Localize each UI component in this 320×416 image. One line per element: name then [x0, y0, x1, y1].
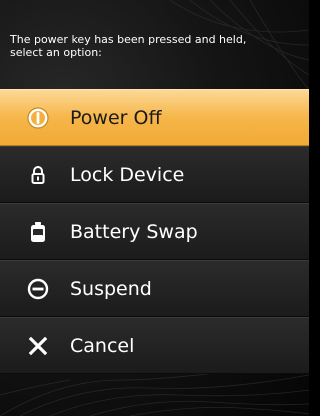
power-options-menu: Power Off Lock Device Battery Swap Suspe…	[0, 89, 309, 374]
battery-icon	[26, 220, 50, 244]
menu-item-cancel[interactable]: Cancel	[0, 317, 309, 374]
power-icon	[26, 106, 50, 130]
menu-item-label: Suspend	[70, 277, 152, 300]
suspend-icon	[26, 277, 50, 301]
menu-item-label: Cancel	[70, 334, 135, 357]
menu-item-suspend[interactable]: Suspend	[0, 260, 309, 317]
menu-item-label: Power Off	[70, 106, 162, 129]
close-icon	[26, 334, 50, 358]
menu-item-lock-device[interactable]: Lock Device	[0, 146, 309, 203]
power-options-screen: The power key has been pressed and held,…	[0, 0, 309, 416]
menu-item-battery-swap[interactable]: Battery Swap	[0, 203, 309, 260]
menu-item-power-off[interactable]: Power Off	[0, 89, 309, 146]
dialog-prompt: The power key has been pressed and held,…	[10, 33, 247, 59]
menu-item-label: Battery Swap	[70, 220, 198, 243]
lock-icon	[26, 163, 50, 187]
menu-item-label: Lock Device	[70, 163, 185, 186]
